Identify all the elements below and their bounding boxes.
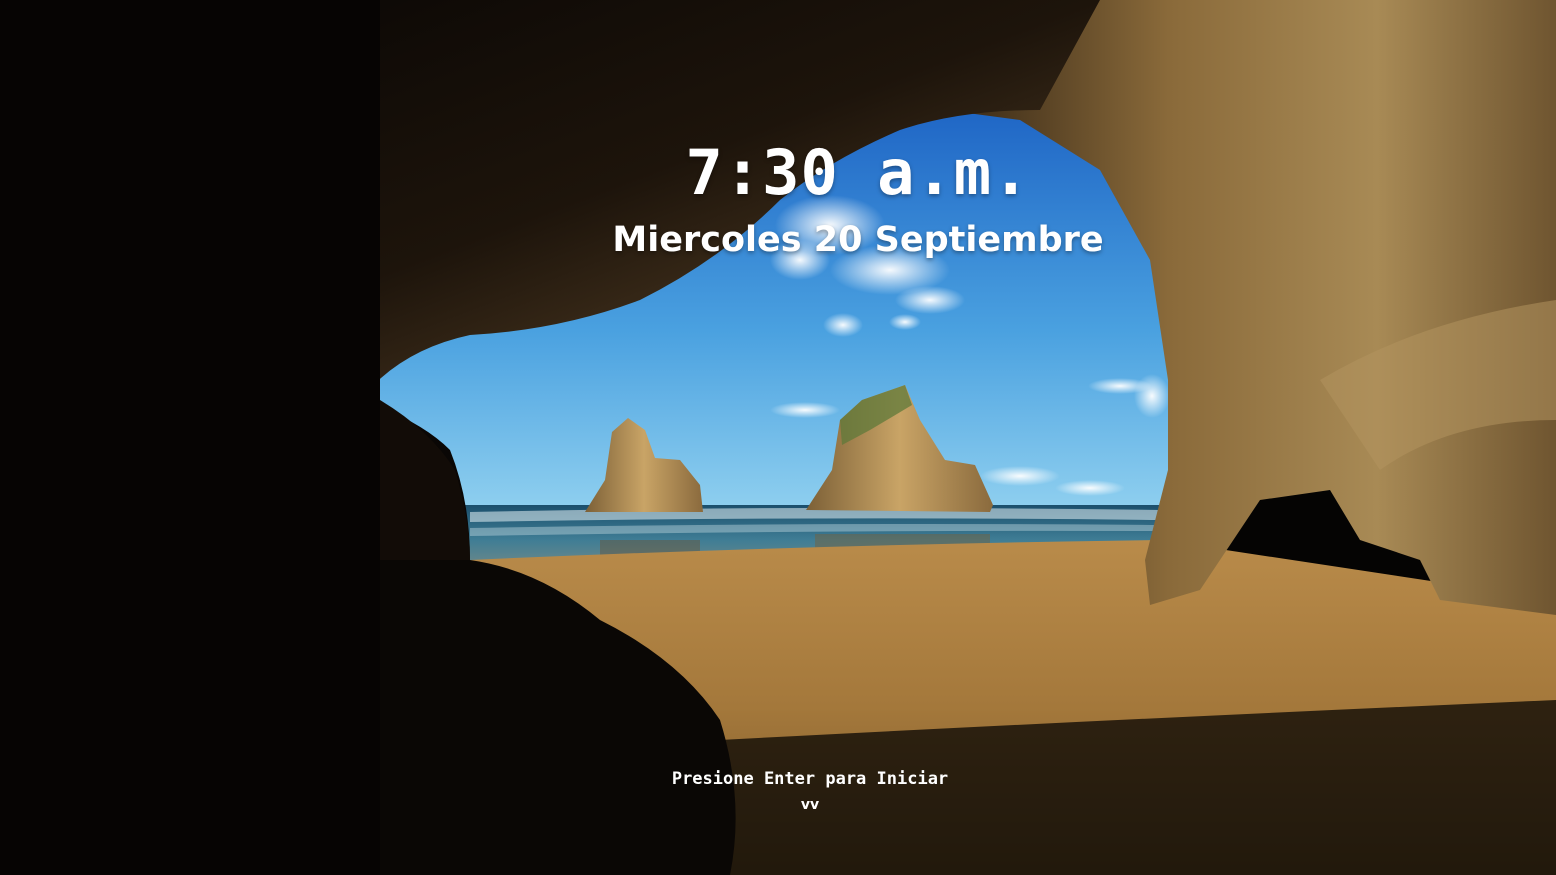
clock-date: Miercoles 20 Septiembre bbox=[612, 220, 1104, 260]
clock-time: 7:30 a.m. bbox=[685, 136, 1031, 209]
chevron-down-icon[interactable]: vv bbox=[0, 797, 1556, 813]
cave-beach-wallpaper bbox=[0, 0, 1556, 875]
press-enter-prompt[interactable]: Presione Enter para Iniciar bbox=[0, 769, 1556, 789]
lock-screen[interactable]: 7:30 a.m. Miercoles 20 Septiembre Presio… bbox=[0, 0, 1556, 875]
